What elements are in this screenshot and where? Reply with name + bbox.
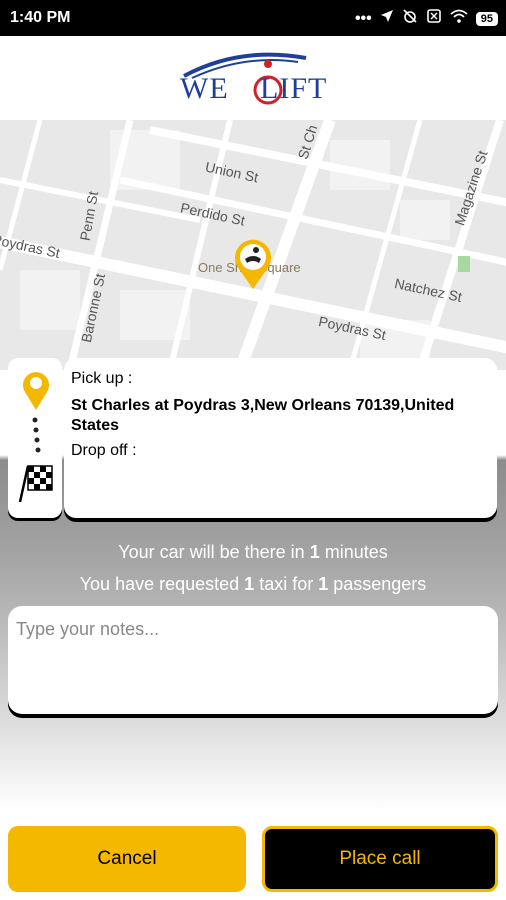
passenger-count: 1 bbox=[318, 574, 329, 594]
eta-value: 1 bbox=[309, 542, 320, 562]
logo-text-lift: LIFT bbox=[260, 72, 328, 105]
map-view[interactable]: Union St Perdido St St Ch Penn St Magazi… bbox=[0, 120, 506, 370]
app-header: WE LIFT bbox=[0, 36, 506, 120]
status-time: 1:40 PM bbox=[10, 9, 71, 26]
address-card: Pick up : St Charles at Poydras 3,New Or… bbox=[64, 358, 497, 518]
cancel-button[interactable]: Cancel bbox=[8, 826, 246, 892]
route-indicator bbox=[8, 358, 62, 518]
notes-input[interactable]: Type your notes... bbox=[8, 606, 498, 714]
route-dots-icon bbox=[30, 416, 44, 465]
status-bar: 1:40 PM ••• 95 bbox=[0, 0, 506, 36]
checkered-flag-icon bbox=[14, 462, 56, 509]
place-call-button[interactable]: Place call bbox=[262, 826, 498, 892]
alarm-off-icon bbox=[402, 8, 418, 29]
pickup-address[interactable]: St Charles at Poydras 3,New Orleans 7013… bbox=[71, 396, 491, 436]
location-icon bbox=[380, 9, 394, 28]
more-dots-icon: ••• bbox=[354, 9, 372, 27]
sim-icon bbox=[426, 8, 442, 29]
request-summary: You have requested 1 taxi for 1 passenge… bbox=[79, 574, 427, 594]
notes-placeholder: Type your notes... bbox=[16, 619, 160, 639]
eta-text: Your car will be there in 1 minutes bbox=[118, 542, 388, 562]
battery-icon: 95 bbox=[475, 11, 498, 26]
dropoff-label[interactable]: Drop off : bbox=[71, 442, 137, 460]
welift-logo: WE LIFT bbox=[180, 50, 330, 110]
logo-text-we: WE bbox=[180, 72, 229, 105]
taxi-count: 1 bbox=[244, 574, 255, 594]
wifi-icon bbox=[450, 9, 468, 28]
pin-icon bbox=[20, 368, 52, 417]
pickup-label: Pick up : bbox=[71, 370, 133, 387]
